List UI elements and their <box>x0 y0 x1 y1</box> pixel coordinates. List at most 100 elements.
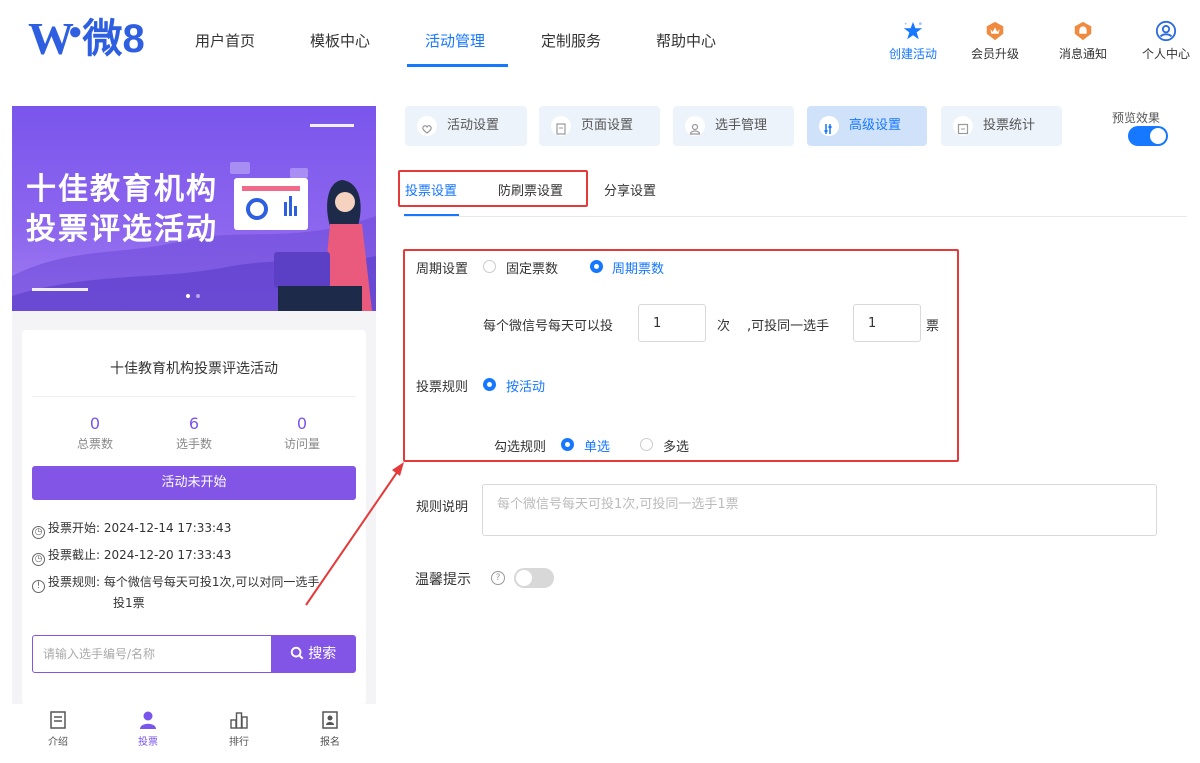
tab-label: 投票统计 <box>983 118 1036 133</box>
tab-label: 高级设置 <box>849 118 902 133</box>
member-upgrade-button[interactable]: 会员升级 <box>966 20 1024 62</box>
stat-value: 6 <box>188 414 200 433</box>
stat-visits: 0 访问量 <box>252 414 352 452</box>
notifications-button[interactable]: 消息通知 <box>1054 20 1112 62</box>
heart-icon <box>417 116 437 136</box>
tab-ranking[interactable]: 排行 <box>209 710 269 748</box>
subtab-active-underline <box>404 214 459 216</box>
clock-icon: ◷ <box>32 526 45 539</box>
crown-badge-icon <box>986 21 1004 41</box>
user-center-label: 个人中心 <box>1141 47 1190 61</box>
radio-fixed-votes[interactable] <box>483 260 496 273</box>
tip-toggle[interactable] <box>514 568 554 588</box>
logo-mark: W <box>28 13 74 64</box>
radio-fixed-votes-label[interactable]: 固定票数 <box>506 258 558 277</box>
tab-vote[interactable]: 投票 <box>118 710 178 748</box>
tab-label: 选手管理 <box>715 118 768 133</box>
check-rule-label: 勾选规则 <box>494 440 547 455</box>
notifications-label: 消息通知 <box>1058 47 1107 61</box>
tab-advanced-settings[interactable]: 高级设置 <box>807 106 927 146</box>
search-button[interactable]: 搜索 <box>271 636 355 672</box>
daily-votes-input[interactable] <box>638 304 706 342</box>
radio-by-activity[interactable] <box>483 378 496 391</box>
mobile-tab-bar: 介绍 投票 排行 报名 <box>12 704 376 763</box>
vote-rules-label: 投票规则: <box>48 575 101 589</box>
votes-unit: 票 <box>926 319 940 334</box>
logo-text: 微8 <box>82 17 145 61</box>
rule-desc-textarea[interactable] <box>482 484 1157 536</box>
radio-multiple-choice[interactable] <box>640 438 653 451</box>
stat-label: 选手数 <box>175 437 212 451</box>
logo[interactable]: W ● 微8 <box>28 14 145 64</box>
player-search-input[interactable] <box>33 636 273 672</box>
logo-dot: ● <box>68 19 82 45</box>
stat-value: 0 <box>89 414 101 433</box>
vote-rules-row: ! 投票规则: 每个微信号每天可投1次,可以对同一选手 投1票 <box>32 572 319 614</box>
sliders-icon <box>819 116 839 136</box>
tab-intro-label: 介绍 <box>48 737 68 748</box>
activity-banner: 十佳教育机构 投票评选活动 <box>12 106 376 311</box>
help-icon[interactable]: ? <box>491 571 505 585</box>
document-icon <box>50 711 66 729</box>
times-unit: 次 <box>717 319 731 334</box>
tab-page-settings[interactable]: 页面设置 <box>539 106 660 146</box>
radio-multiple-choice-label[interactable]: 多选 <box>663 436 689 455</box>
search-button-label: 搜索 <box>308 646 337 662</box>
player-search: 搜索 <box>32 635 356 673</box>
vote-rules-line1: 每个微信号每天可投1次,可以对同一选手 <box>103 575 320 589</box>
activity-info-card: 十佳教育机构投票评选活动 0 总票数 6 选手数 0 访问量 活动未开始 ◷ 投票… <box>22 330 366 705</box>
stats-icon <box>953 116 973 136</box>
tab-player-management[interactable]: 选手管理 <box>673 106 794 146</box>
search-icon <box>290 646 304 660</box>
info-icon: ! <box>32 580 45 593</box>
nav-activity-management[interactable]: 活动管理 <box>425 30 485 51</box>
nav-active-underline <box>407 64 508 67</box>
tab-activity-settings[interactable]: 活动设置 <box>405 106 527 146</box>
vote-start-row: ◷ 投票开始: 2024-12-14 17:33:43 <box>32 518 231 539</box>
radio-period-votes[interactable] <box>590 260 603 273</box>
activity-status-button[interactable]: 活动未开始 <box>32 466 356 500</box>
banner-title-line2: 投票评选活动 <box>26 213 218 246</box>
subtab-share[interactable]: 分享设置 <box>604 180 656 199</box>
stat-label: 总票数 <box>76 437 113 451</box>
person-icon <box>140 711 156 729</box>
vote-start-label: 投票开始: <box>48 521 101 535</box>
badge-icon <box>322 711 338 729</box>
bell-badge-icon <box>1074 21 1092 41</box>
nav-help-center[interactable]: 帮助中心 <box>656 30 716 51</box>
nav-templates[interactable]: 模板中心 <box>310 30 370 51</box>
member-upgrade-label: 会员升级 <box>970 47 1019 61</box>
vote-rule-label: 投票规则 <box>416 380 469 395</box>
radio-period-votes-label[interactable]: 周期票数 <box>612 258 664 277</box>
mobile-preview: 十佳教育机构 投票评选活动 十佳教育机构投票评选活动 0 总票数 6 选手数 0… <box>12 106 376 763</box>
stat-total-votes: 0 总票数 <box>45 414 145 452</box>
radio-by-activity-label[interactable]: 按活动 <box>506 376 545 395</box>
tab-vote-statistics[interactable]: 投票统计 <box>941 106 1062 146</box>
nav-home[interactable]: 用户首页 <box>195 30 255 51</box>
user-icon <box>685 116 705 136</box>
clock-icon: ◷ <box>32 553 45 566</box>
tab-label: 页面设置 <box>581 118 634 133</box>
preview-label: 预览效果 <box>1112 111 1161 125</box>
tab-vote-label: 投票 <box>138 737 158 748</box>
vote-end-value: 2024-12-20 17:33:43 <box>103 548 232 562</box>
nav-custom-service[interactable]: 定制服务 <box>541 30 601 51</box>
annotation-highlight-form <box>403 249 959 462</box>
same-player-votes-input[interactable] <box>853 304 921 342</box>
subtab-divider <box>404 216 1187 217</box>
create-activity-button[interactable]: 创建活动 <box>884 20 942 62</box>
tab-ranking-label: 排行 <box>229 737 249 748</box>
same-player-text: ,可投同一选手 <box>747 319 830 334</box>
period-label: 周期设置 <box>416 262 469 277</box>
vote-end-row: ◷ 投票截止: 2024-12-20 17:33:43 <box>32 545 231 566</box>
tip-label: 温馨提示 <box>415 572 471 588</box>
tab-intro[interactable]: 介绍 <box>28 710 88 748</box>
radio-single-choice[interactable] <box>561 438 574 451</box>
radio-single-choice-label[interactable]: 单选 <box>584 436 610 455</box>
tab-signup[interactable]: 报名 <box>300 710 360 748</box>
preview-toggle[interactable] <box>1128 126 1168 146</box>
create-activity-label: 创建活动 <box>888 47 937 61</box>
tab-label: 活动设置 <box>447 118 500 133</box>
user-center-button[interactable]: 个人中心 <box>1136 20 1196 62</box>
activity-title: 十佳教育机构投票评选活动 <box>110 361 278 377</box>
